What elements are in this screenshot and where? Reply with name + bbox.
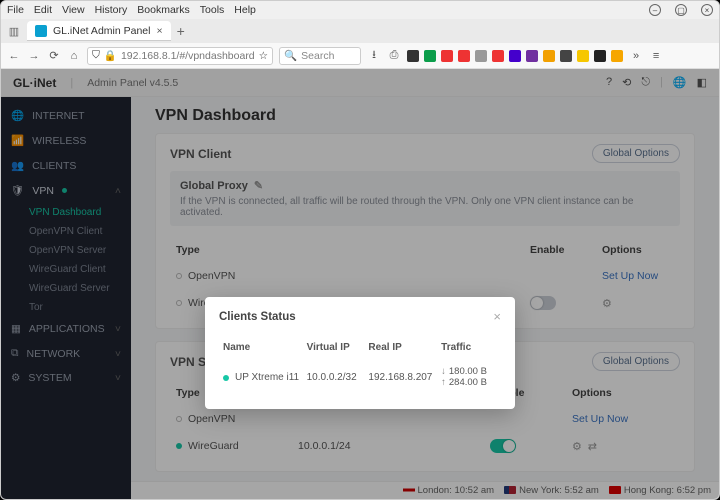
app-window: File Edit View History Bookmarks Tools H… <box>0 0 720 500</box>
url-text: 192.168.8.1/#/vpndashboard <box>121 50 255 62</box>
library-icon[interactable]: ⎙ <box>387 49 401 63</box>
col-name: Name <box>221 336 303 359</box>
home-button[interactable]: ⌂ <box>67 49 81 63</box>
reload-button[interactable]: ⟳ <box>47 49 61 63</box>
status-dot-icon <box>223 375 229 381</box>
ext-icon[interactable] <box>611 50 623 62</box>
sidebar-toggle-icon[interactable]: ▥ <box>7 24 21 38</box>
ext-icon[interactable] <box>475 50 487 62</box>
overflow-icon[interactable]: » <box>629 49 643 63</box>
shield-icon: ⛉ <box>92 49 100 62</box>
menu-file[interactable]: File <box>7 4 24 16</box>
ext-icon[interactable] <box>407 50 419 62</box>
address-bar[interactable]: ⛉ 🔒 192.168.8.1/#/vpndashboard ☆ <box>87 47 273 65</box>
menu-edit[interactable]: Edit <box>34 4 52 16</box>
client-rip: 192.168.8.207 <box>366 361 437 395</box>
back-button[interactable]: ← <box>7 49 21 63</box>
tab-title: GL.iNet Admin Panel <box>53 25 150 37</box>
window-maximize-button[interactable]: ▢ <box>675 4 687 16</box>
new-tab-button[interactable]: + <box>177 23 185 39</box>
browser-tab[interactable]: GL.iNet Admin Panel × <box>27 21 171 41</box>
os-menubar: File Edit View History Bookmarks Tools H… <box>1 1 719 19</box>
ext-icon[interactable] <box>594 50 606 62</box>
hamburger-icon[interactable]: ≡ <box>649 49 663 63</box>
menu-help[interactable]: Help <box>234 4 256 16</box>
menu-history[interactable]: History <box>95 4 128 16</box>
tab-favicon-icon <box>35 25 47 37</box>
star-icon[interactable]: ☆ <box>259 50 268 62</box>
ext-icon[interactable] <box>509 50 521 62</box>
extension-icons <box>407 50 623 62</box>
ext-icon[interactable] <box>560 50 572 62</box>
ext-icon[interactable] <box>441 50 453 62</box>
client-traffic: 180.00 B 284.00 B <box>441 367 497 389</box>
search-icon: 🔍 <box>284 49 297 62</box>
table-row: UP Xtreme i11 10.0.0.2/32 192.168.8.207 … <box>221 361 499 395</box>
client-name: UP Xtreme i11 <box>235 372 299 383</box>
window-close-button[interactable]: × <box>701 4 713 16</box>
modal-title: Clients Status <box>219 311 296 323</box>
browser-tabstrip: ▥ GL.iNet Admin Panel × + <box>1 19 719 43</box>
modal-backdrop[interactable] <box>1 69 719 499</box>
traffic-up: 284.00 B <box>441 378 497 389</box>
client-vip: 10.0.0.2/32 <box>305 361 365 395</box>
clients-status-modal: Clients Status × Name Virtual IP Real IP… <box>205 297 515 409</box>
window-minimize-button[interactable]: – <box>649 4 661 16</box>
ext-icon[interactable] <box>458 50 470 62</box>
menu-bookmarks[interactable]: Bookmarks <box>137 4 190 16</box>
ext-icon[interactable] <box>577 50 589 62</box>
lock-icon: 🔒 <box>104 49 117 62</box>
search-placeholder: Search <box>301 50 334 62</box>
menu-tools[interactable]: Tools <box>200 4 225 16</box>
ext-icon[interactable] <box>424 50 436 62</box>
ext-icon[interactable] <box>543 50 555 62</box>
browser-toolbar: ← → ⟳ ⌂ ⛉ 🔒 192.168.8.1/#/vpndashboard ☆… <box>1 43 719 69</box>
ext-icon[interactable] <box>526 50 538 62</box>
search-box[interactable]: 🔍 Search <box>279 47 361 65</box>
col-rip: Real IP <box>366 336 437 359</box>
col-traffic: Traffic <box>439 336 499 359</box>
tab-close-icon[interactable]: × <box>156 25 162 37</box>
col-vip: Virtual IP <box>305 336 365 359</box>
forward-button[interactable]: → <box>27 49 41 63</box>
close-icon[interactable]: × <box>493 309 501 324</box>
menu-view[interactable]: View <box>62 4 85 16</box>
clients-status-table: Name Virtual IP Real IP Traffic UP Xtrem… <box>219 334 501 397</box>
ext-icon[interactable] <box>492 50 504 62</box>
page-root: GL·iNet | Admin Panel v4.5.5 ? ⟲ ⎋ | 🌐 ◧… <box>1 69 719 499</box>
download-icon[interactable]: ⭳ <box>367 49 381 63</box>
